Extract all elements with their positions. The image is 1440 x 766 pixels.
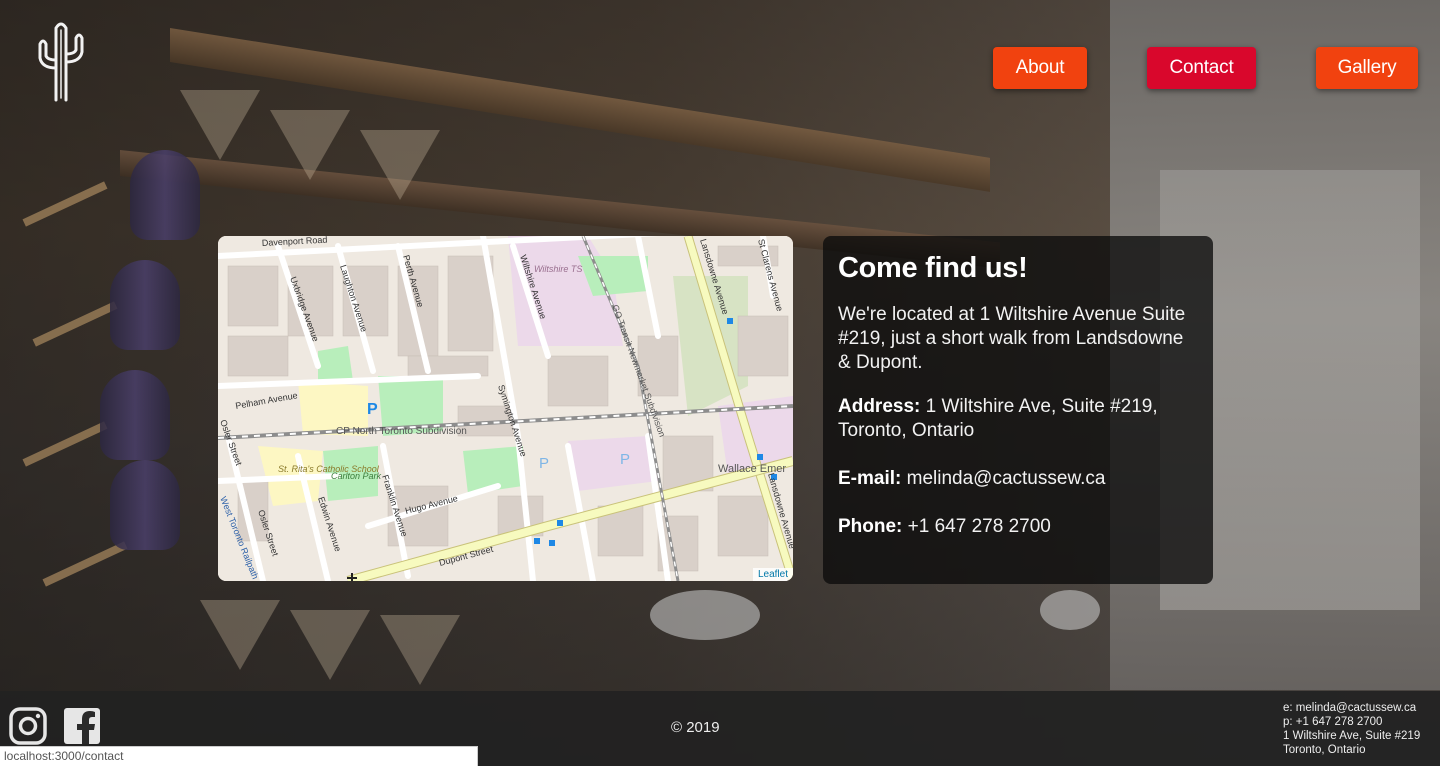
svg-text:P: P xyxy=(620,451,630,468)
phone-value[interactable]: +1 647 278 2700 xyxy=(902,516,1051,537)
leaflet-attribution-link[interactable]: Leaflet xyxy=(752,568,793,581)
map-label: Carlton Park xyxy=(331,471,382,481)
footer-address-line2: Toronto, Ontario xyxy=(1283,744,1366,756)
email-line: E-mail: melinda@cactussew.ca xyxy=(838,467,1198,491)
nav-about-button[interactable]: About xyxy=(993,47,1087,89)
background-spool xyxy=(110,460,180,550)
email-label: E-mail: xyxy=(838,468,902,489)
footer-address-line1: 1 Wiltshire Ave, Suite #219 xyxy=(1283,730,1421,742)
background-peg xyxy=(22,421,108,467)
address-line: Address: 1 Wiltshire Ave, Suite #219, To… xyxy=(838,395,1198,443)
contact-info-card: Come find us! We're located at 1 Wiltshi… xyxy=(823,236,1213,584)
phone-label: Phone: xyxy=(838,516,903,537)
background-pattern xyxy=(270,110,350,180)
background-lamp xyxy=(1040,590,1100,630)
background-spool xyxy=(100,370,170,460)
map-tiles[interactable]: P P P Davenport Road Uxbridge Avenue Lau… xyxy=(218,236,793,581)
nav-gallery-button[interactable]: Gallery xyxy=(1316,47,1418,89)
svg-text:P: P xyxy=(367,401,378,418)
footer-email[interactable]: e: melinda@cactussew.ca xyxy=(1283,701,1420,715)
background-peg xyxy=(42,541,128,587)
map-label: CP North Toronto Subdivision xyxy=(336,426,467,437)
background-lamp xyxy=(650,590,760,640)
browser-status-url: localhost:3000/contact xyxy=(0,746,478,766)
facebook-icon[interactable] xyxy=(63,707,101,745)
card-heading: Come find us! xyxy=(838,252,1028,284)
background-pattern xyxy=(380,615,460,685)
background-pattern xyxy=(360,130,440,200)
copyright-text: © 2019 xyxy=(671,719,720,736)
cactus-icon[interactable] xyxy=(30,16,92,104)
background-pattern xyxy=(200,600,280,670)
instagram-icon[interactable] xyxy=(9,707,47,745)
map-label: Wiltshire TS xyxy=(534,264,582,274)
background-spool xyxy=(110,260,180,350)
background-spool xyxy=(130,150,200,240)
background-peg xyxy=(22,181,108,227)
background-pattern xyxy=(290,610,370,680)
footer-phone: p: +1 647 278 2700 xyxy=(1283,716,1383,728)
svg-text:P: P xyxy=(539,455,549,472)
location-map[interactable]: P P P Davenport Road Uxbridge Avenue Lau… xyxy=(218,236,793,581)
background-pattern xyxy=(180,90,260,160)
footer-contact-info: e: melinda@cactussew.ca p: +1 647 278 27… xyxy=(1283,701,1420,757)
nav-contact-button[interactable]: Contact xyxy=(1147,47,1256,89)
background-peg xyxy=(32,301,118,347)
address-label: Address: xyxy=(838,396,921,417)
email-value[interactable]: melinda@cactussew.ca xyxy=(901,468,1106,489)
location-intro: We're located at 1 Wiltshire Avenue Suit… xyxy=(838,304,1186,373)
phone-line: Phone: +1 647 278 2700 xyxy=(838,515,1198,539)
